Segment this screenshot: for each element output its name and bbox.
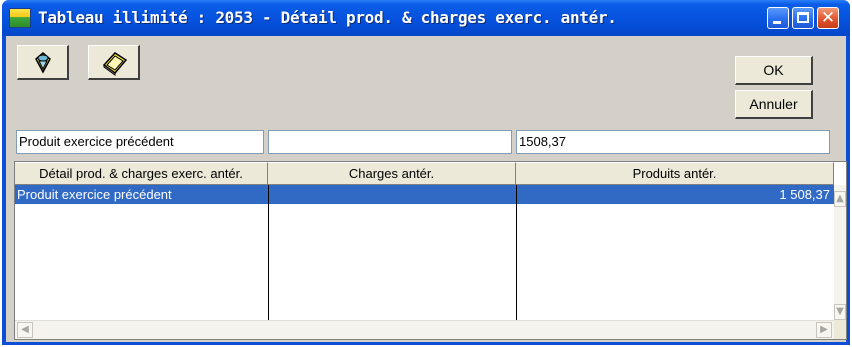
cell-produits[interactable]: 1 508,37 — [516, 185, 832, 204]
column-divider — [268, 185, 269, 320]
cancel-button[interactable]: Annuler — [735, 90, 813, 119]
app-icon — [9, 8, 31, 28]
column-divider — [516, 185, 517, 320]
resize-grip[interactable] — [834, 320, 846, 339]
scroll-down-icon[interactable]: ▼ — [834, 304, 846, 320]
dialog-window: Tableau illimité : 2053 - Détail prod. &… — [2, 0, 850, 345]
maximize-icon — [797, 12, 809, 23]
column-header-produits[interactable]: Produits antér. — [516, 162, 834, 185]
scroll-up-icon[interactable]: ▲ — [834, 191, 846, 207]
horizontal-scrollbar[interactable]: ◀ ▶ — [15, 320, 834, 339]
column-header-charges[interactable]: Charges antér. — [268, 162, 516, 185]
scroll-left-icon[interactable]: ◀ — [17, 322, 33, 338]
eraser-tool-button[interactable] — [88, 45, 140, 80]
cell-detail[interactable]: Produit exercice précédent — [17, 185, 267, 204]
paint-bucket-icon — [35, 52, 51, 74]
ok-button[interactable]: OK — [735, 56, 813, 85]
close-button[interactable]: ✕ — [817, 7, 839, 29]
charges-field[interactable] — [268, 130, 512, 154]
column-header-detail[interactable]: Détail prod. & charges exerc. antér. — [15, 162, 268, 185]
minimize-icon — [773, 21, 781, 24]
produits-field[interactable]: 1508,37 — [516, 130, 830, 154]
paint-tool-button[interactable] — [17, 45, 69, 80]
data-grid: Détail prod. & charges exerc. antér. Cha… — [14, 161, 847, 340]
title-bar[interactable]: Tableau illimité : 2053 - Détail prod. &… — [2, 0, 850, 36]
minimize-button[interactable] — [767, 7, 789, 29]
dialog-client-area: OK Annuler Produit exercice précédent 15… — [6, 36, 847, 342]
scroll-right-icon[interactable]: ▶ — [816, 322, 832, 338]
window-title: Tableau illimité : 2053 - Détail prod. &… — [38, 8, 617, 27]
cell-charges[interactable] — [268, 185, 516, 204]
eraser-icon — [102, 52, 128, 76]
detail-field[interactable]: Produit exercice précédent — [16, 130, 264, 154]
maximize-button[interactable] — [792, 7, 814, 29]
close-icon: ✕ — [820, 8, 836, 28]
vertical-scrollbar[interactable]: ▲ ▼ — [834, 185, 846, 320]
